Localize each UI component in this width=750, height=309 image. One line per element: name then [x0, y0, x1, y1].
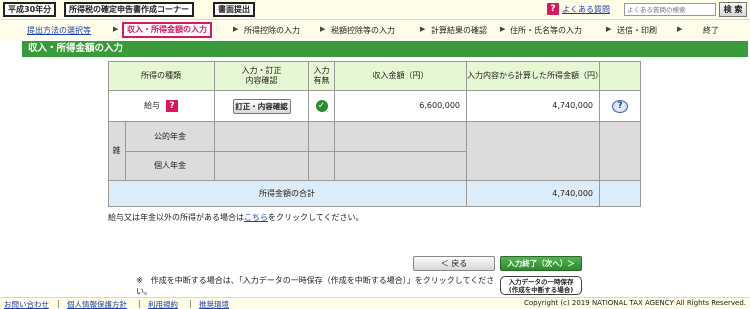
col-header-entered: 入力 有無 [309, 61, 335, 91]
col-header-help [600, 61, 641, 91]
misc-computed-cell [467, 122, 600, 181]
other-income-note: 給与又は年金以外の所得がある場合はこちらをクリックしてください。 [108, 212, 364, 223]
step-arrow-icon: ▶ [233, 25, 239, 33]
footer-link-terms[interactable]: 利用規約 [148, 299, 178, 309]
interrupt-note: ※ 作成を中断する場合は、「入力データの一時保存（作成を中断する場合）」をクリッ… [136, 276, 495, 296]
public-pension-entered-cell [309, 122, 335, 152]
footer-separator: | [189, 299, 192, 308]
step-deductions: 所得控除の入力 [244, 26, 300, 35]
misc-category-label: 雑 [108, 122, 126, 181]
row-salary-type: 給与 ? [108, 91, 215, 122]
footer-link-contact[interactable]: お問い合わせ [4, 299, 49, 309]
save-draft-line2: (作成を中断する場合) [508, 286, 574, 294]
private-pension-entered-cell [309, 152, 335, 181]
salary-confirm-button[interactable]: 訂正・内容確認 [232, 98, 291, 114]
row-salary-help-cell: ? [600, 91, 641, 122]
help-balloon-icon[interactable]: ? [612, 99, 628, 113]
misc-help-cell [600, 122, 641, 181]
save-draft-line1: 入力データの一時保存 [508, 278, 574, 286]
footer-separator: | [138, 299, 141, 308]
corner-title-badge: 所得税の確定申告書作成コーナー [64, 2, 194, 17]
faq-link[interactable]: よくある質問 [562, 4, 610, 15]
public-pension-income-cell [335, 122, 467, 152]
total-value: 4,740,000 [467, 181, 600, 207]
step-arrow-icon: ▶ [113, 25, 119, 33]
footer-link-privacy[interactable]: 個人情報保護方針 [67, 299, 127, 309]
save-draft-button[interactable]: 入力データの一時保存 (作成を中断する場合) [500, 276, 582, 295]
salary-income-value: 6,600,000 [335, 91, 467, 122]
footer-link-environment[interactable]: 推奨環境 [199, 299, 229, 309]
step-finish: 終了 [703, 26, 719, 35]
salary-computed-value: 4,740,000 [467, 91, 600, 122]
salary-help-icon[interactable]: ? [166, 100, 178, 112]
step-breadcrumb: 提出方法の選択等 ▶ 収入・所得金額の入力 ▶ 所得控除の入力 ▶ 税額控除等の… [0, 21, 750, 39]
step-arrow-icon: ▶ [500, 25, 506, 33]
faq-search-input[interactable] [624, 3, 716, 16]
row-salary-label: 給与 [144, 101, 160, 110]
private-pension-confirm-cell [215, 152, 309, 181]
copyright: Copyright (c) 2019 NATIONAL TAX AGENCY A… [523, 299, 746, 307]
row-salary-entered-cell: ✓ [309, 91, 335, 122]
step-income-current: 収入・所得金額の入力 [122, 22, 212, 38]
step-submission-method[interactable]: 提出方法の選択等 [27, 25, 91, 36]
help-icon[interactable]: ? [547, 3, 559, 15]
row-private-pension-label: 個人年金 [126, 152, 215, 181]
back-button[interactable]: ＜ 戻る [413, 256, 495, 271]
search-button[interactable]: 検 索 [719, 2, 747, 17]
footer: お問い合わせ | 個人情報保護方針 | 利用規約 | 推奨環境 Copyrigh… [0, 297, 750, 309]
step-send-print: 送信・印刷 [617, 26, 657, 35]
year-badge: 平成30年分 [3, 2, 57, 17]
step-results: 計算結果の確認 [431, 26, 487, 35]
col-header-confirm: 入力・訂正 内容確認 [215, 61, 309, 91]
row-salary-confirm-cell: 訂正・内容確認 [215, 91, 309, 122]
col-header-type: 所得の種類 [108, 61, 215, 91]
other-income-link[interactable]: こちら [244, 213, 268, 222]
step-address-name: 住所・氏名等の入力 [510, 26, 582, 35]
col-header-income: 収入金額（円） [335, 61, 467, 91]
note-text-after: をクリックしてください。 [268, 213, 364, 222]
check-icon: ✓ [315, 100, 328, 112]
step-arrow-icon: ▶ [606, 25, 612, 33]
total-help-cell [600, 181, 641, 207]
note-text-before: 給与又は年金以外の所得がある場合は [108, 213, 244, 222]
top-header: 平成30年分 所得税の確定申告書作成コーナー 書面提出 ? よくある質問 検 索 [0, 0, 750, 20]
step-tax-credits: 税額控除等の入力 [331, 26, 395, 35]
submit-method-badge: 書面提出 [213, 2, 255, 17]
private-pension-income-cell [335, 152, 467, 181]
income-table: 所得の種類 入力・訂正 内容確認 入力 有無 収入金額（円） 入力内容から計算し… [108, 61, 641, 207]
step-arrow-icon: ▶ [420, 25, 426, 33]
step-arrow-icon: ▶ [677, 25, 683, 33]
public-pension-confirm-cell [215, 122, 309, 152]
step-arrow-icon: ▶ [320, 25, 326, 33]
next-button[interactable]: 入力終了（次へ）＞ [500, 256, 582, 271]
footer-separator: | [57, 299, 60, 308]
row-public-pension-label: 公的年金 [126, 122, 215, 152]
total-label: 所得金額の合計 [108, 181, 467, 207]
col-header-computed: 入力内容から計算した所得金額（円） [467, 61, 603, 91]
page-title: 収入・所得金額の入力 [22, 41, 748, 57]
